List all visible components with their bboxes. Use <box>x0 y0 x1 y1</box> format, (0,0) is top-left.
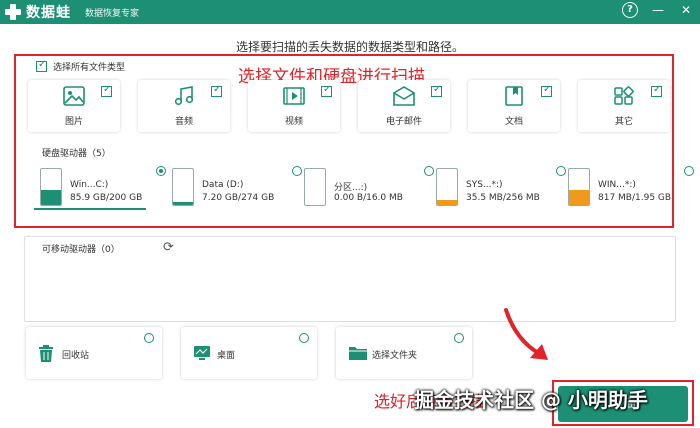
close-icon[interactable]: ✕ <box>678 2 694 18</box>
drive-name: SYS...*:) <box>466 180 503 190</box>
folder-icon <box>348 345 368 365</box>
file-type-video[interactable]: 视频 <box>248 80 340 132</box>
selected-drive-indicator <box>34 208 146 210</box>
drive-name: Data (D:) <box>202 180 244 190</box>
desktop-icon <box>193 345 211 365</box>
location-recycle-bin[interactable]: 回收站 <box>26 327 162 379</box>
mail-icon <box>393 86 415 106</box>
image-icon <box>63 86 85 106</box>
annotation-arrow <box>504 308 548 360</box>
page-instruction: 选择要扫描的丢失数据的数据类型和路径。 <box>235 40 464 54</box>
hard-drive-icon <box>40 168 62 206</box>
drive-usage-fill <box>41 189 61 205</box>
hard-drive-icon <box>304 168 326 206</box>
help-icon[interactable]: ? <box>622 2 638 18</box>
checkbox-icon <box>36 59 47 72</box>
removable-drives-panel <box>24 236 676 322</box>
document-icon <box>503 86 525 106</box>
drive-item[interactable]: 分区...:) 0.00 B/16.0 MB <box>304 166 434 214</box>
drive-usage-fill <box>437 199 457 205</box>
file-type-image[interactable]: 图片 <box>28 80 120 132</box>
plus-logo-icon <box>4 3 22 21</box>
app-name: 数据蛙 <box>26 5 71 21</box>
hard-drive-icon <box>436 168 458 206</box>
drive-item[interactable]: SYS...*:) 35.5 MB/256 MB <box>436 166 566 214</box>
location-label: 桌面 <box>217 351 236 361</box>
file-type-label: 音频 <box>174 117 193 127</box>
drives-header: 硬盘驱动器（5） <box>42 149 111 159</box>
location-radio[interactable] <box>144 333 154 343</box>
drive-size: 0.00 B/16.0 MB <box>334 193 403 203</box>
drive-size: 7.20 GB/274 GB <box>202 193 275 203</box>
drive-usage-fill <box>173 202 193 205</box>
watermark-text: 掘金技术社区 @ 小明助手 <box>414 388 648 412</box>
location-choose-folder[interactable]: 选择文件夹 <box>336 327 472 379</box>
checkbox-icon[interactable] <box>651 84 662 97</box>
app-logo: 数据蛙 <box>4 2 71 22</box>
music-icon <box>173 86 195 106</box>
file-type-other[interactable]: 其它 <box>578 80 670 132</box>
drive-size: 85.9 GB/200 GB <box>70 193 143 203</box>
file-type-label: 文档 <box>504 117 523 127</box>
other-icon <box>613 86 635 106</box>
file-type-email[interactable]: 电子邮件 <box>358 80 450 132</box>
location-label: 回收站 <box>62 351 90 361</box>
file-type-label: 其它 <box>614 117 633 127</box>
drive-radio[interactable] <box>156 166 166 176</box>
hard-drive-icon <box>172 168 194 206</box>
file-type-label: 图片 <box>64 117 83 127</box>
video-icon <box>283 86 305 106</box>
drive-radio[interactable] <box>292 166 302 176</box>
drive-name: 分区...:) <box>334 183 368 193</box>
app-subtitle: 数据恢复专家 <box>85 8 140 19</box>
hard-drive-icon <box>568 168 590 206</box>
title-bar: 数据蛙 数据恢复专家 ? — ✕ <box>0 0 700 24</box>
drive-item[interactable]: WIN...*:) 817 MB/1.95 GB <box>568 166 698 214</box>
location-label: 选择文件夹 <box>372 351 418 361</box>
select-all-label: 选择所有文件类型 <box>53 63 126 73</box>
drive-name: WIN...*:) <box>598 180 636 190</box>
checkbox-icon[interactable] <box>431 84 442 97</box>
file-type-label: 电子邮件 <box>385 117 422 127</box>
file-type-audio[interactable]: 音频 <box>138 80 230 132</box>
checkbox-icon[interactable] <box>541 84 552 97</box>
trash-icon <box>38 345 54 367</box>
file-type-label: 视频 <box>284 117 303 127</box>
drive-radio[interactable] <box>424 166 434 176</box>
drive-size: 35.5 MB/256 MB <box>466 193 540 203</box>
file-type-document[interactable]: 文档 <box>468 80 560 132</box>
window-controls: ? — ✕ <box>622 2 694 18</box>
drive-item[interactable]: Win...C:) 85.9 GB/200 GB <box>40 166 170 214</box>
select-all-checkbox[interactable]: 选择所有文件类型 <box>36 59 126 73</box>
drive-usage-fill <box>569 189 589 205</box>
location-radio[interactable] <box>454 333 464 343</box>
drive-radio[interactable] <box>556 166 566 176</box>
location-radio[interactable] <box>299 333 309 343</box>
drive-size: 817 MB/1.95 GB <box>598 193 672 203</box>
drive-item[interactable]: Data (D:) 7.20 GB/274 GB <box>172 166 302 214</box>
checkbox-icon[interactable] <box>321 84 332 97</box>
removable-header: 可移动驱动器（0） <box>42 245 120 255</box>
drive-name: Win...C:) <box>70 180 109 190</box>
checkbox-icon[interactable] <box>211 84 222 97</box>
location-desktop[interactable]: 桌面 <box>181 327 317 379</box>
checkbox-icon[interactable] <box>101 84 112 97</box>
refresh-icon[interactable]: ⟳ <box>163 240 174 255</box>
minimize-icon[interactable]: — <box>650 2 666 18</box>
drive-radio[interactable] <box>684 166 694 176</box>
